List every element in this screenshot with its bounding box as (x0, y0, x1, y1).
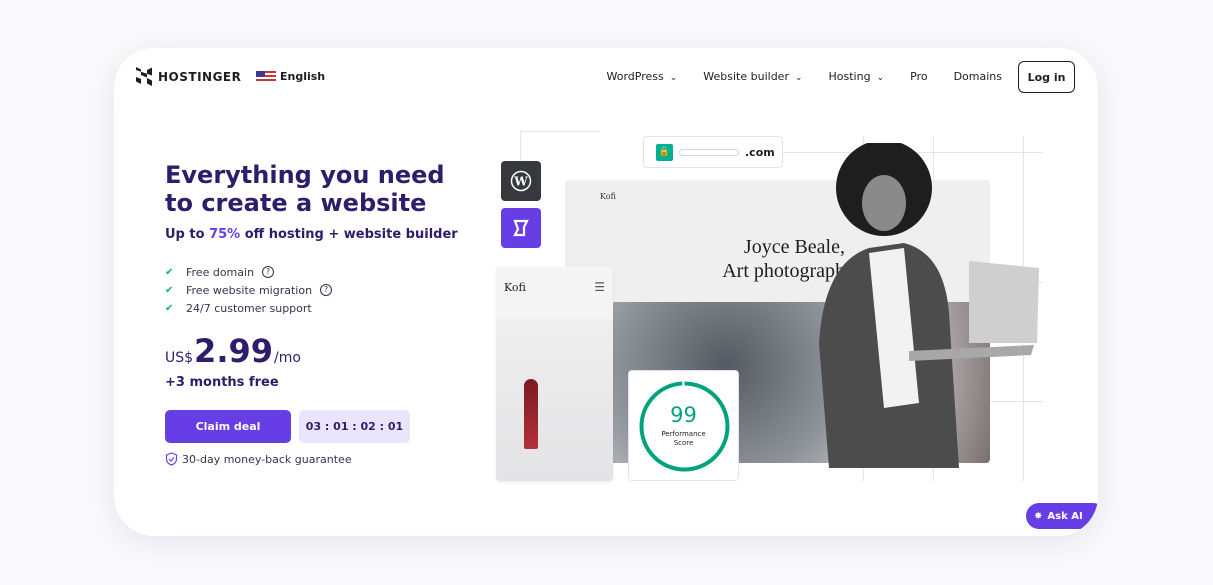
site-name: Kofi (600, 192, 616, 201)
check-icon: ✔ (165, 266, 174, 278)
feature-item: ✔ Free domain? (165, 263, 332, 281)
chevron-down-icon: ⌄ (794, 73, 803, 83)
hero-card: HOSTINGER English WordPress ⌄ Website bui… (114, 48, 1098, 536)
price: US$ 2.99/mo (165, 332, 301, 370)
subtitle-text: Up to (165, 227, 210, 242)
svg-text:W: W (513, 175, 528, 189)
countdown-timer: 03 : 01 : 02 : 01 (299, 410, 410, 443)
ask-ai-label: Ask AI (1047, 510, 1083, 522)
nav-item-wordpress[interactable]: WordPress ⌄ (607, 70, 678, 83)
guarantee: 30-day money-back guarantee (165, 452, 352, 466)
brand-name: HOSTINGER (158, 69, 242, 84)
check-icon: ✔ (165, 284, 174, 296)
help-icon[interactable]: ? (262, 266, 275, 278)
grid-line (520, 131, 521, 161)
login-button[interactable]: Log in (1018, 61, 1075, 93)
bonus-text: +3 months free (165, 375, 279, 390)
help-icon[interactable]: ? (320, 284, 333, 296)
hero-title: Everything you need to create a website (165, 161, 445, 217)
performance-score-card: 99 Performance Score (628, 370, 739, 481)
chevron-down-icon: ⌄ (876, 73, 885, 83)
feature-item: ✔ Free website migration? (165, 281, 333, 299)
domain-input-placeholder (679, 148, 739, 156)
language-label: English (280, 70, 326, 83)
nav-label: Pro (910, 70, 928, 83)
feature-label: 24/7 customer support (186, 301, 312, 315)
lock-icon: 🔒 (656, 143, 673, 161)
score-label: Performance Score (629, 430, 738, 448)
domain-bar: 🔒 .com (643, 136, 783, 168)
domain-suffix: .com (745, 145, 775, 159)
score-label-line: Score (673, 439, 694, 447)
ask-ai-button[interactable]: ✸ Ask AI (1026, 503, 1098, 529)
score-value: 99 (670, 403, 697, 427)
score-label-line: Performance (661, 430, 706, 438)
price-currency: US$ (165, 350, 194, 366)
nav-item-pro[interactable]: Pro (910, 70, 927, 83)
subtitle-text: off hosting + website builder (240, 227, 458, 242)
website-builder-icon (501, 208, 541, 248)
hostinger-logo-icon (136, 67, 152, 86)
feature-list: ✔ Free domain? ✔ Free website migration? ✔… (165, 263, 333, 317)
grid-line (520, 131, 600, 132)
nav-label: Website builder (703, 70, 789, 83)
nav-item-website-builder[interactable]: Website builder ⌄ (703, 70, 802, 83)
vase-image (524, 379, 538, 449)
nav-label: WordPress (606, 70, 664, 83)
nav-label: Hosting (828, 70, 871, 83)
nav-menu: WordPress ⌄ Website builder ⌄ Hosting ⌄ Pro… (607, 70, 1003, 83)
feature-label: Free domain (186, 265, 255, 279)
price-period: /mo (274, 350, 301, 366)
nav-item-domains[interactable]: Domains (954, 70, 1002, 83)
top-nav: HOSTINGER English WordPress ⌄ Website bui… (114, 48, 1098, 108)
claim-deal-button[interactable]: Claim deal (165, 410, 291, 443)
feature-label: Free website migration (186, 283, 313, 297)
hamburger-menu-icon: ☰ (594, 280, 605, 294)
hero-subtitle: Up to 75% off hosting + website builder (165, 227, 458, 242)
discount-highlight: 75% (209, 227, 241, 242)
price-amount: 2.99 (194, 332, 273, 370)
guarantee-text: 30-day money-back guarantee (182, 452, 352, 466)
chevron-down-icon: ⌄ (669, 73, 678, 83)
nav-label: Domains (953, 70, 1002, 83)
nav-item-hosting[interactable]: Hosting ⌄ (829, 70, 885, 83)
wordpress-icon: W (501, 161, 541, 201)
shield-check-icon (165, 452, 178, 466)
sparkle-icon: ✸ (1034, 510, 1043, 522)
language-selector[interactable]: English (256, 70, 325, 83)
us-flag-icon (256, 70, 276, 83)
woman-with-laptop-image (819, 143, 1039, 468)
site-name: Kofi (504, 281, 526, 294)
check-icon: ✔ (165, 302, 174, 314)
feature-item: ✔ 24/7 customer support (165, 299, 332, 317)
vase-photo (496, 319, 613, 481)
hostinger-logo[interactable]: HOSTINGER (136, 67, 241, 86)
mobile-site-preview: Kofi ☰ (496, 267, 613, 481)
